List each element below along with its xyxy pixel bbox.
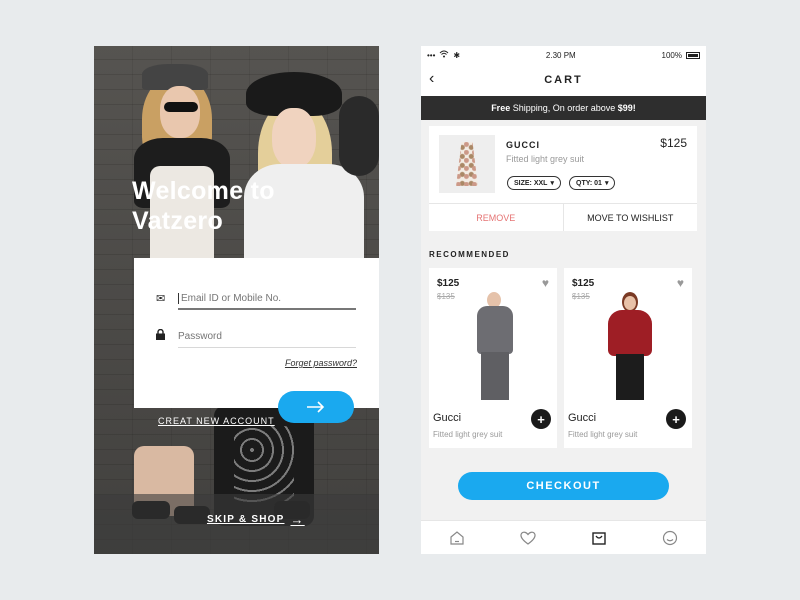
heart-icon[interactable]: ♥ — [542, 276, 549, 290]
recommended-card[interactable]: $125 $135 ♥ Gucci Fitted light grey suit… — [564, 268, 692, 448]
bottom-tab-bar — [421, 520, 706, 554]
password-field — [156, 324, 356, 348]
rec-name: Gucci — [568, 412, 597, 424]
skirt-image — [456, 142, 478, 186]
chevron-down-icon: ▾ — [550, 180, 554, 187]
recommended-heading: RECOMMENDED — [429, 250, 510, 259]
product-brand: GUCCI — [506, 140, 540, 150]
heart-icon[interactable] — [518, 528, 538, 548]
email-underline — [178, 308, 356, 310]
email-field: ✉ — [156, 286, 356, 310]
mail-icon: ✉ — [156, 292, 166, 305]
remove-button[interactable]: REMOVE — [429, 204, 564, 231]
rec-description: Fitted light grey suit — [433, 430, 503, 439]
model-image-glasses — [164, 102, 198, 112]
password-underline — [178, 347, 356, 348]
shipping-banner: Free Shipping, On order above $99! — [421, 96, 706, 120]
banner-text: Shipping, On order above — [510, 103, 618, 113]
product-description: Fitted light grey suit — [506, 154, 585, 164]
model-image-face — [160, 86, 200, 138]
cart-header: ‹ CART — [421, 64, 706, 96]
bluetooth-icon: ✱ — [453, 50, 461, 60]
product-image — [467, 292, 523, 402]
add-to-cart-button[interactable]: + — [531, 409, 551, 429]
login-form: ✉ Forget password? — [134, 258, 379, 408]
email-input[interactable] — [178, 292, 356, 304]
rec-price: $125 — [437, 278, 460, 289]
size-selector[interactable]: SIZE: XXL ▾ — [507, 176, 561, 190]
lock-icon — [156, 328, 176, 343]
back-arrow-icon[interactable]: ‹ — [429, 70, 434, 88]
heart-icon[interactable]: ♥ — [677, 276, 684, 290]
size-label: SIZE: XXL — [514, 179, 548, 187]
grey-blazer — [477, 306, 513, 354]
battery-percent: 100% — [661, 50, 682, 60]
login-screen: Welcome to Vatzero ✉ Forget password? CR… — [94, 46, 379, 554]
product-price: $125 — [660, 136, 687, 150]
skip-label: SKIP & SHOP — [207, 514, 285, 525]
model-image-3 — [339, 96, 379, 176]
welcome-heading: Welcome to Vatzero — [132, 176, 302, 236]
status-bar: ••• ✱ 2.30 PM 100% — [421, 46, 706, 64]
wifi-icon — [439, 50, 449, 60]
grey-trousers — [481, 352, 509, 400]
create-account-link[interactable]: CREAT NEW ACCOUNT — [158, 416, 275, 426]
welcome-line-2: Vatzero — [132, 207, 224, 235]
checkout-button[interactable]: CHECKOUT — [458, 472, 669, 500]
login-submit-button[interactable] — [278, 391, 354, 423]
skip-and-shop-link[interactable]: SKIP & SHOP → — [207, 512, 305, 527]
rec-old-price: $135 — [572, 292, 590, 301]
password-input[interactable] — [178, 330, 356, 342]
banner-amount: $99! — [617, 103, 636, 113]
chevron-down-icon: ▾ — [604, 180, 609, 187]
signal-icon: ••• — [427, 50, 436, 60]
home-icon[interactable] — [447, 528, 467, 548]
red-blouse — [608, 310, 652, 356]
rec-description: Fitted light grey suit — [568, 430, 638, 439]
model-face — [624, 296, 636, 310]
arrow-right-icon — [307, 396, 325, 419]
bag-icon[interactable] — [589, 528, 609, 548]
model-image-2-face — [272, 108, 316, 168]
battery-icon — [686, 51, 700, 59]
status-time: 2.30 PM — [545, 50, 576, 60]
qty-label: QTY: 01 — [576, 179, 602, 187]
forgot-password-link[interactable]: Forget password? — [285, 358, 357, 368]
quantity-selector[interactable]: QTY: 01 ▾ — [569, 176, 616, 190]
rec-name: Gucci — [433, 412, 462, 424]
rec-price: $125 — [572, 278, 595, 289]
black-trousers — [616, 354, 644, 400]
profile-icon[interactable] — [660, 528, 680, 548]
recommended-card[interactable]: $125 $135 ♥ Gucci Fitted light grey suit… — [429, 268, 557, 448]
item-actions: REMOVE MOVE TO WISHLIST — [429, 203, 697, 231]
product-image — [602, 292, 658, 402]
arrow-right-icon: → — [290, 512, 305, 527]
move-to-wishlist-button[interactable]: MOVE TO WISHLIST — [564, 204, 698, 231]
welcome-line-1: Welcome to — [132, 177, 275, 205]
cart-item: GUCCI Fitted light grey suit $125 SIZE: … — [429, 126, 697, 231]
page-title: CART — [544, 74, 583, 86]
product-thumbnail[interactable] — [439, 135, 495, 193]
rec-old-price: $135 — [437, 292, 455, 301]
add-to-cart-button[interactable]: + — [666, 409, 686, 429]
banner-free: Free — [491, 103, 511, 113]
cart-screen: ••• ✱ 2.30 PM 100% ‹ CART Free Shipping,… — [421, 46, 706, 554]
